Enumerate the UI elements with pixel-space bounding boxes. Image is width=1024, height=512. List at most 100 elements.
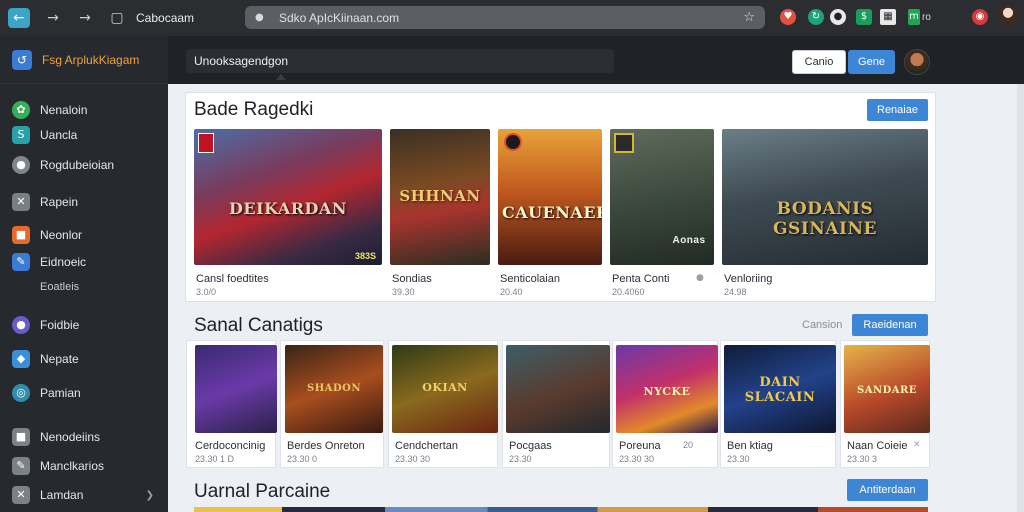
game-art-title: SANDARE [857, 385, 917, 396]
sidebar-item-nenodeiins[interactable]: ■ Nenodeiins [12, 427, 100, 447]
game-meta: 3.0/0 [196, 287, 217, 297]
forward-arrow-icon[interactable]: → [76, 10, 94, 26]
game-card[interactable]: DAIN SLACAIN Ben ktiag 23.30 [720, 340, 836, 468]
game-card[interactable]: OKIAN Cendchertan 23.30 30 [388, 340, 498, 468]
sidebar-item-label: Eidnoeic [40, 255, 87, 269]
game-art: SHADON [285, 345, 383, 433]
sidebar-item-uancla[interactable]: S Uancla [12, 125, 77, 145]
sidebar-item-rogdubeioian[interactable]: ● Rogdubeioian [12, 155, 114, 175]
game-title: Naan Coieie [847, 440, 908, 452]
gene-button[interactable]: Gene [848, 50, 895, 74]
game-title: Venloriing [724, 273, 773, 285]
circle-arrow-icon[interactable]: ↻ [808, 9, 824, 25]
grid-icon[interactable]: ▦ [880, 9, 896, 25]
tab-title[interactable]: Cabocaam [136, 11, 194, 25]
game-art-title: NYCKE [643, 385, 691, 398]
record-icon[interactable]: ● [830, 9, 846, 25]
sidebar-item-foidbie[interactable]: ● Foidbie [12, 315, 79, 335]
sidebar-item-neonlor[interactable]: ■ Neonlor [12, 225, 82, 245]
game-card[interactable]: DEIKARDAN 383S Cansl foedtites 3.0/0 [194, 129, 382, 299]
coin-icon: ● [12, 316, 30, 334]
sidebar-item-pamian[interactable]: ◎ Pamian [12, 383, 81, 403]
game-logo-icon [198, 133, 214, 153]
game-extra: 20 [683, 440, 694, 450]
game-card[interactable]: BODANIS GSINAINE Venloriing 24.98 [722, 129, 928, 299]
extension-target[interactable]: ◉ [972, 8, 988, 26]
bookmark-star-icon[interactable]: ☆ [743, 10, 755, 25]
game-card[interactable]: SHADON Berdes Onreton 23.30 0 [280, 340, 384, 468]
game-art-title: SHADON [307, 383, 361, 394]
section-title: Sanal Canatigs [194, 315, 323, 336]
game-card[interactable]: Pocgaas 23.30 [502, 340, 610, 468]
game-badge: 383S [354, 251, 376, 261]
extension-m[interactable]: m ro [908, 8, 931, 26]
game-meta: 23.30 [727, 454, 750, 464]
sidebar-item-nenaloin[interactable]: ✿ Nenaloin [12, 100, 87, 120]
sidebar-item-manclkarios[interactable]: ✎ Manclkarios [12, 456, 104, 476]
scrollbar[interactable] [1017, 84, 1024, 512]
game-title: Cerdoconcinig [195, 440, 266, 452]
sidebar-item-lamdan[interactable]: ✕ Lamdan [12, 485, 83, 505]
browser-nav: ← → → ▢ Cabocaam [0, 8, 245, 28]
renaiae-button[interactable]: Renaiae [867, 99, 928, 121]
sidebar-item-nepate[interactable]: ◆ Nepate [12, 349, 79, 369]
sidebar-item-label: Pamian [40, 386, 81, 400]
canio-button[interactable]: Canio [792, 50, 846, 74]
url-text[interactable]: Sdko ApIcKiinaan.com [279, 11, 743, 25]
sidebar-item-eidnoeic[interactable]: ✎ Eidnoeic [12, 252, 86, 272]
cansion-link[interactable]: Cansion [802, 319, 842, 331]
raeidenan-button[interactable]: Raeidenan [852, 314, 928, 336]
game-art: SANDARE [844, 345, 930, 433]
target-icon[interactable]: ◉ [972, 9, 988, 25]
game-meta: 23.30 0 [287, 454, 318, 464]
profile-avatar[interactable] [998, 4, 1018, 26]
game-card[interactable]: Cerdoconcinig 23.30 1 D [186, 340, 277, 468]
sidebar-item-label: Lamdan [40, 488, 84, 502]
close-square-icon: ✕ [12, 486, 30, 504]
game-art-title: DAIN SLACAIN [744, 375, 816, 405]
game-art [195, 345, 277, 433]
lock-icon: ● [255, 12, 264, 23]
game-card[interactable]: NYCKE Poreuna 20 23.30 30 [612, 340, 718, 468]
pen-icon: ✎ [12, 253, 30, 271]
extension-grid[interactable]: ▦ [880, 8, 896, 26]
game-title: Ben ktiag [727, 440, 773, 452]
game-title: Pocgaas [509, 440, 552, 452]
sidebar-subitem[interactable]: Eoatleis [40, 281, 79, 293]
game-card[interactable]: SANDARE Naan Coieie 23.30 3 ✕ [840, 340, 930, 468]
extension-circle[interactable]: ↻ [808, 8, 824, 26]
game-art: DAIN SLACAIN [724, 345, 836, 433]
close-icon[interactable]: ✕ [913, 440, 921, 450]
game-meta: 39.30 [392, 287, 415, 297]
extension-heart[interactable]: ♥ [780, 8, 796, 26]
tab-icon[interactable]: ▢ [108, 10, 126, 26]
user-avatar[interactable] [904, 49, 930, 75]
game-card[interactable]: Aonas Penta Conti 20.4060 ● [610, 129, 714, 299]
back-arrow-icon[interactable]: → [44, 10, 62, 26]
chevron-right-icon[interactable]: ❯ [146, 490, 154, 501]
game-art [506, 345, 610, 433]
sidebar-item-label: Nepate [40, 352, 79, 366]
game-art-title: OKIAN [422, 381, 468, 394]
url-bar[interactable]: ● Sdko ApIcKiinaan.com ☆ [245, 6, 765, 29]
extension-dollar[interactable]: $ [856, 8, 872, 26]
info-icon[interactable]: ● [696, 273, 704, 283]
heart-icon[interactable]: ♥ [780, 9, 796, 25]
profile-icon[interactable] [998, 4, 1018, 26]
game-card[interactable]: CAUENAER Senticolaian 20.40 [498, 129, 602, 299]
game-title: Cansl foedtites [196, 273, 269, 285]
extension-record[interactable]: ● [830, 8, 846, 26]
search-input[interactable] [186, 49, 614, 73]
sidebar-item-rapein[interactable]: ✕ Rapein [12, 192, 78, 212]
share-icon[interactable]: ← [8, 8, 30, 28]
dollar-icon[interactable]: $ [856, 9, 872, 25]
game-art-title: SHHNAN [399, 187, 481, 205]
chat-icon: ● [12, 156, 30, 174]
game-meta: 23.30 30 [395, 454, 431, 464]
antiterdaan-button[interactable]: Antiterdaan [847, 479, 928, 501]
game-art-title: CAUENAER [502, 203, 602, 222]
m-icon[interactable]: m [908, 9, 920, 25]
sidebar: ↺ Fsg ArplukKiagam ✿ Nenaloin S Uancla ●… [0, 36, 168, 512]
game-card[interactable]: SHHNAN Sondias 39.30 [390, 129, 490, 299]
sidebar-header[interactable]: ↺ Fsg ArplukKiagam [0, 36, 168, 84]
